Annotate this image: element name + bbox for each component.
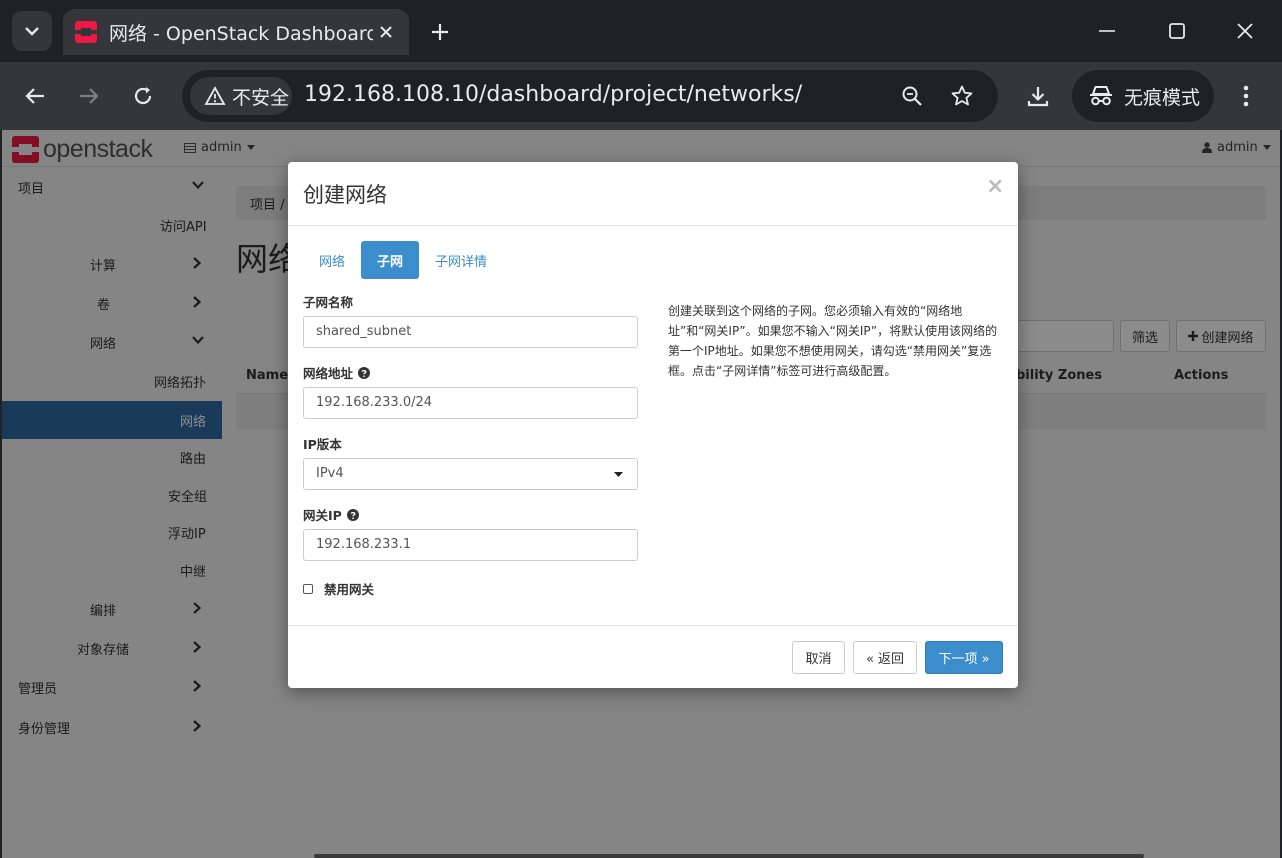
network-address-input[interactable]: 192.168.233.0/24 <box>303 387 638 419</box>
address-bar[interactable]: 不安全 192.168.108.10/dashboard/project/net… <box>182 70 998 122</box>
modal-header: 创建网络 × <box>288 162 1018 226</box>
network-address-label-text: 网络地址 <box>303 366 354 381</box>
download-icon[interactable] <box>1020 78 1056 114</box>
network-address-label: 网络地址 <box>303 363 371 382</box>
cancel-button[interactable]: 取消 <box>792 641 845 674</box>
back-arrow-icon[interactable] <box>17 78 53 114</box>
bookmark-star-icon[interactable] <box>948 82 976 110</box>
reload-icon[interactable] <box>125 78 161 114</box>
help-text: 创建关联到这个网络的子网。您必须输入有效的“网络地址”和“网关IP”。如果您不输… <box>668 304 998 378</box>
tab-subnet-details[interactable]: 子网详情 <box>419 241 503 279</box>
disable-gateway-row[interactable]: 禁用网关 <box>303 579 374 598</box>
gateway-ip-label-text: 网关IP <box>303 508 342 523</box>
window-close-icon[interactable] <box>1228 14 1262 48</box>
tab-close-icon[interactable] <box>373 19 399 45</box>
disable-gateway-label: 禁用网关 <box>324 582 375 597</box>
security-chip[interactable]: 不安全 <box>190 77 292 115</box>
tab-subnet[interactable]: 子网 <box>361 241 420 279</box>
new-tab-icon[interactable] <box>424 16 456 48</box>
help-question-icon[interactable] <box>358 366 371 379</box>
tab-search-button[interactable] <box>12 11 52 51</box>
forward-arrow-icon[interactable] <box>71 78 107 114</box>
tab-title: 网络 - OpenStack Dashboard <box>109 22 373 45</box>
caret-down-icon <box>614 472 623 477</box>
subnet-name-label: 子网名称 <box>303 292 353 311</box>
maximize-icon[interactable] <box>1160 14 1194 48</box>
gateway-ip-input[interactable]: 192.168.233.1 <box>303 529 638 561</box>
url-text[interactable]: 192.168.108.10/dashboard/project/network… <box>304 82 802 107</box>
modal-footer: 取消 « 返回 下一项 » <box>288 625 1018 688</box>
browser-tabstrip: 网络 - OpenStack Dashboard <box>0 0 1282 62</box>
web-page: openstack admin admin 项目 访问API 计算 卷 网络 网… <box>2 130 1280 858</box>
next-button[interactable]: 下一项 » <box>925 641 1003 674</box>
back-button[interactable]: « 返回 <box>853 641 917 674</box>
modal-tabs: 网络 子网 子网详情 <box>303 241 503 279</box>
create-network-modal: 创建网络 × 网络 子网 子网详情 子网名称 shared_subnet 网络地… <box>288 162 1018 688</box>
ip-version-value: IPv4 <box>316 466 344 481</box>
warning-icon <box>204 86 226 105</box>
more-options-icon[interactable] <box>1232 78 1260 114</box>
ip-version-label-text: IP版本 <box>303 437 342 452</box>
help-question-icon[interactable] <box>346 508 359 521</box>
zoom-icon[interactable] <box>898 82 926 110</box>
chevron-down-icon <box>25 27 39 36</box>
gateway-ip-label: 网关IP <box>303 505 359 524</box>
incognito-icon <box>1090 86 1112 106</box>
incognito-label: 无痕模式 <box>1124 86 1201 109</box>
minimize-icon[interactable] <box>1090 14 1124 48</box>
ip-version-label: IP版本 <box>303 434 342 453</box>
browser-tab-active[interactable]: 网络 - OpenStack Dashboard <box>63 9 409 55</box>
subnet-name-label-text: 子网名称 <box>303 295 354 310</box>
security-label: 不安全 <box>232 86 290 109</box>
modal-title: 创建网络 <box>303 183 387 207</box>
tab-network[interactable]: 网络 <box>303 241 361 279</box>
close-icon[interactable]: × <box>986 174 1004 199</box>
incognito-chip[interactable]: 无痕模式 <box>1072 70 1214 122</box>
disable-gateway-checkbox[interactable] <box>303 583 313 594</box>
openstack-favicon-icon <box>75 21 97 43</box>
ip-version-select[interactable]: IPv4 <box>303 458 638 490</box>
subnet-name-input[interactable]: shared_subnet <box>303 316 638 348</box>
browser-toolbar: 不安全 192.168.108.10/dashboard/project/net… <box>0 62 1282 130</box>
